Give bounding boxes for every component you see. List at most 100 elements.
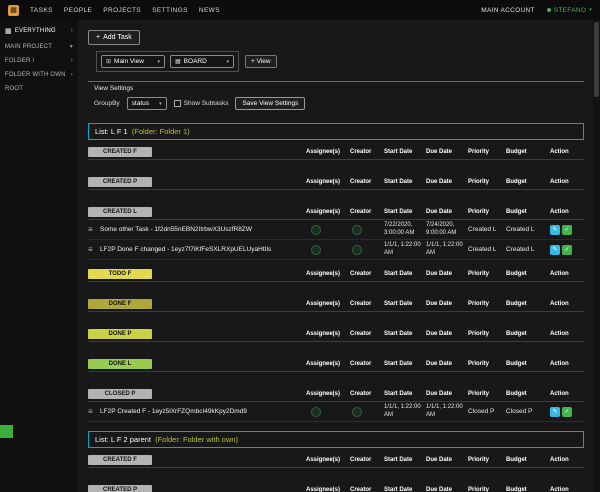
column-header: Action <box>550 301 584 307</box>
column-header: Priority <box>468 487 506 492</box>
status-group: CLOSED P Assignee(s)CreatorStart DateDue… <box>88 389 584 422</box>
group-header-row: CREATED F Assignee(s)CreatorStart DateDu… <box>88 147 584 160</box>
column-header: Start Date <box>384 209 426 215</box>
column-header: Due Date <box>426 301 468 307</box>
sidebar-item-folder-with-own[interactable]: FOLDER WITH OWN › <box>0 68 78 82</box>
sidebar: ▦ EVERYTHING › MAIN PROJECT ▾ FOLDER I ›… <box>0 20 78 492</box>
column-header: Assignee(s) <box>306 391 350 397</box>
status-badge: DONE L <box>88 359 152 369</box>
view-select[interactable]: ⊞ Main View ▾ <box>101 55 165 68</box>
show-subtasks-checkbox[interactable] <box>174 100 181 107</box>
group-header-row: CREATED F Assignee(s)CreatorStart DateDu… <box>88 455 584 468</box>
add-view-button[interactable]: + View <box>245 55 277 68</box>
edit-task-button[interactable]: ✎ <box>550 407 560 417</box>
creator-avatar <box>352 407 362 417</box>
chevron-down-icon: ▾ <box>226 59 229 65</box>
column-header: Assignee(s) <box>306 457 350 463</box>
group-header-row: DONE F Assignee(s)CreatorStart DateDue D… <box>88 299 584 312</box>
column-header: Budget <box>506 301 550 307</box>
sidebar-item-label: EVERYTHING <box>15 28 56 34</box>
edit-task-button[interactable]: ✎ <box>550 245 560 255</box>
drag-handle-icon[interactable]: ≡ <box>88 245 100 254</box>
nav-projects[interactable]: PROJECTS <box>103 7 141 14</box>
column-header: Priority <box>468 301 506 307</box>
scrollbar-thumb[interactable] <box>594 22 599 97</box>
show-subtasks-control: Show Subtasks <box>174 100 229 107</box>
column-headers: Assignee(s)CreatorStart DateDue DatePrio… <box>306 271 584 277</box>
online-status-icon <box>547 8 551 12</box>
group-body <box>88 468 584 476</box>
nav-tasks[interactable]: TASKS <box>30 7 53 14</box>
creator-avatar <box>352 245 362 255</box>
view-selectors-box: ⊞ Main View ▾ ▦ BOARD ▾ <box>96 51 239 72</box>
task-creator <box>350 407 384 417</box>
sidebar-item-folder-i[interactable]: FOLDER I › <box>0 54 78 68</box>
task-list: List: L F 1 (Folder: Folder 1) CREATED F… <box>88 123 584 422</box>
column-header: Assignee(s) <box>306 179 350 185</box>
column-header: Priority <box>468 179 506 185</box>
drag-handle-icon[interactable]: ≡ <box>88 407 100 416</box>
board-select[interactable]: ▦ BOARD ▾ <box>170 55 234 68</box>
column-header: Creator <box>350 361 384 367</box>
column-header: Start Date <box>384 331 426 337</box>
top-navigation-bar: ▦ TASKS PEOPLE PROJECTS SETTINGS NEWS MA… <box>0 0 600 20</box>
status-group: CREATED P Assignee(s)CreatorStart DateDu… <box>88 177 584 198</box>
complete-task-button[interactable]: ✓ <box>562 407 572 417</box>
drag-handle-icon[interactable]: ≡ <box>88 225 100 234</box>
column-header: Assignee(s) <box>306 361 350 367</box>
view-settings-panel: View Settings GroupBy status ▾ Show Subt… <box>88 81 584 110</box>
groupby-select[interactable]: status ▾ <box>127 97 167 110</box>
status-badge: DONE F <box>88 299 152 309</box>
chat-button[interactable] <box>0 425 13 438</box>
task-priority: Closed P <box>468 408 506 415</box>
task-row[interactable]: ≡ LF2P Done F changed - 1eyz7f7iKfFeSXLR… <box>88 240 584 260</box>
save-view-settings-button[interactable]: Save View Settings <box>235 97 305 110</box>
add-task-label: Add Task <box>103 34 132 41</box>
groupby-select-value: status <box>132 100 149 107</box>
group-body <box>88 372 584 380</box>
add-task-button[interactable]: + Add Task <box>88 30 140 45</box>
group-container: CREATED F Assignee(s)CreatorStart DateDu… <box>88 455 584 492</box>
column-header: Action <box>550 209 584 215</box>
complete-task-button[interactable]: ✓ <box>562 245 572 255</box>
column-header: Start Date <box>384 487 426 492</box>
scrollbar[interactable] <box>593 20 600 492</box>
group-body <box>88 282 584 290</box>
task-priority: Created L <box>468 246 506 253</box>
board-icon: ▦ <box>175 58 181 65</box>
sidebar-item-everything[interactable]: ▦ EVERYTHING › <box>0 23 78 39</box>
chevron-down-icon: ▾ <box>589 7 592 13</box>
column-header: Due Date <box>426 179 468 185</box>
list-title: List: L F 2 parent <box>95 435 153 444</box>
user-name: STEFANO <box>554 7 586 14</box>
show-subtasks-label: Show Subtasks <box>184 100 229 107</box>
plus-icon: + <box>96 34 100 41</box>
view-grid-icon: ⊞ <box>106 58 111 65</box>
status-badge: CREATED F <box>88 455 152 465</box>
sidebar-item-main-project[interactable]: MAIN PROJECT ▾ <box>0 39 78 54</box>
account-name[interactable]: MAIN ACCOUNT <box>481 7 534 14</box>
column-header: Start Date <box>384 361 426 367</box>
task-priority: Created L <box>468 226 506 233</box>
edit-task-button[interactable]: ✎ <box>550 225 560 235</box>
list-folder-label: (Folder: Folder with own) <box>155 435 238 444</box>
task-assignees <box>306 225 350 235</box>
status-group: CREATED L Assignee(s)CreatorStart DateDu… <box>88 207 584 260</box>
task-due-date: 1/1/1, 1:22:00 AM <box>426 242 468 257</box>
complete-task-button[interactable]: ✓ <box>562 225 572 235</box>
task-budget: Closed P <box>506 408 550 415</box>
task-row[interactable]: ≡ Some other Task - 1f2dn55nEBN2ItrbwX3U… <box>88 220 584 240</box>
task-row[interactable]: ≡ LF2P Created F - 1eyz5lXrFZQmbcI49kKpy… <box>88 402 584 422</box>
column-header: Start Date <box>384 391 426 397</box>
chevron-right-icon: › <box>71 72 73 78</box>
column-header: Due Date <box>426 209 468 215</box>
nav-news[interactable]: NEWS <box>199 7 220 14</box>
sidebar-item-root[interactable]: ROOT <box>0 82 78 96</box>
nav-people[interactable]: PEOPLE <box>64 7 92 14</box>
nav-settings[interactable]: SETTINGS <box>152 7 188 14</box>
status-group: CREATED F Assignee(s)CreatorStart DateDu… <box>88 455 584 476</box>
group-body <box>88 190 584 198</box>
task-title: LF2P Done F changed - 1eyz7f7iKfFeSXLRXp… <box>100 246 306 253</box>
column-header: Priority <box>468 331 506 337</box>
user-menu[interactable]: STEFANO ▾ <box>547 7 592 14</box>
